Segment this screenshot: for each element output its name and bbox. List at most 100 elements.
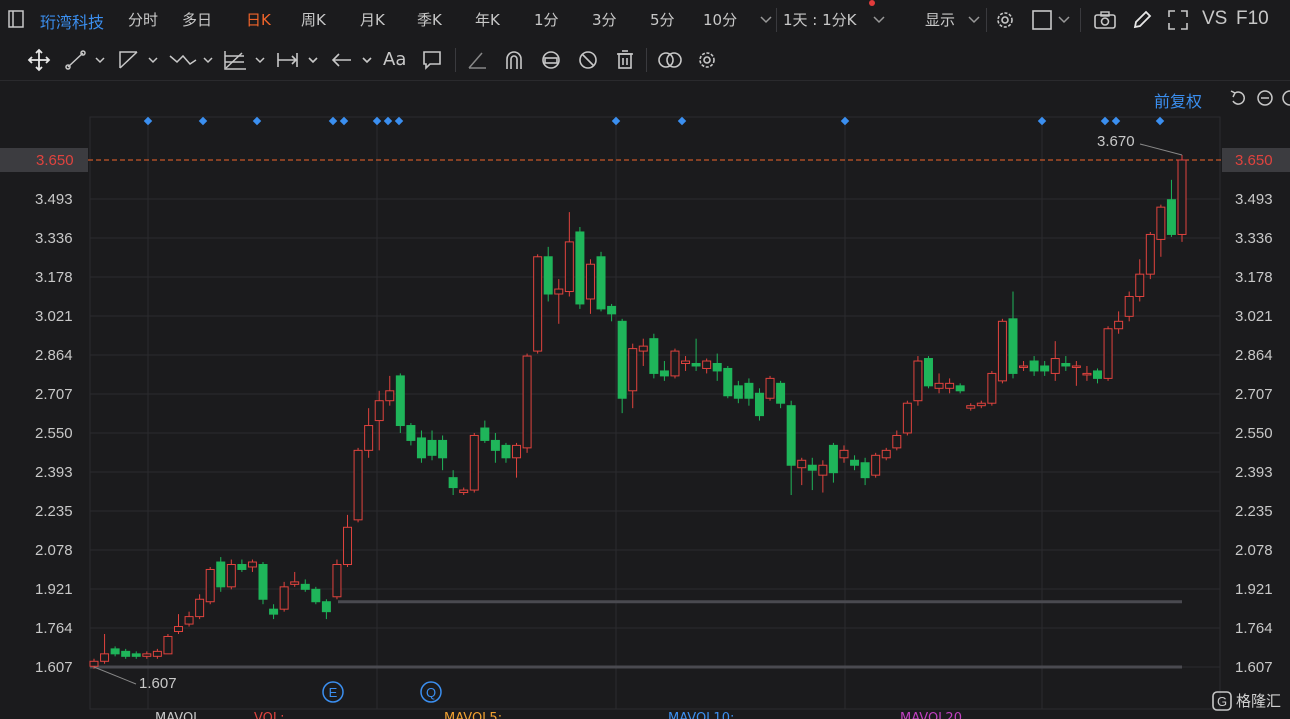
y-tick-right: 2.235 <box>1235 503 1273 520</box>
tab-0[interactable]: 分时 <box>128 9 158 30</box>
candle-body <box>1103 328 1113 379</box>
candle-body <box>617 320 627 399</box>
layout-square-icon[interactable] <box>1030 8 1054 32</box>
tab-2[interactable]: 日K <box>246 9 271 30</box>
display-menu[interactable]: 显示 <box>925 9 955 30</box>
display-chevron-icon[interactable] <box>966 10 982 30</box>
candle-body <box>438 439 448 459</box>
candle-body <box>247 561 257 568</box>
candlestick-chart[interactable]: 3.493 3.336 3.178 3.021 2.864 2.707 2.550 2.393… <box>0 80 1290 719</box>
delete-trash-icon[interactable] <box>613 48 637 72</box>
channel-tool-icon[interactable] <box>117 48 159 72</box>
candle <box>786 400 796 496</box>
indicator-mavol20: MAVOL20 <box>900 711 962 719</box>
fibonacci-tool-icon[interactable] <box>222 48 268 72</box>
candle-body <box>480 427 490 441</box>
candle-body <box>871 454 881 476</box>
fullscreen-icon[interactable] <box>1166 8 1190 32</box>
hide-drawings-icon[interactable] <box>576 48 600 72</box>
text-tool-button[interactable]: Aa <box>383 49 406 70</box>
candle <box>163 633 173 655</box>
wave-tool-icon[interactable] <box>168 48 214 72</box>
candle-body <box>797 459 807 469</box>
candle-body <box>596 256 606 310</box>
adjust-mode-button[interactable]: 前复权 <box>1154 88 1202 112</box>
tab-5[interactable]: 季K <box>417 9 442 30</box>
y-tick-right: 1.921 <box>1235 581 1273 598</box>
period-chevron-icon[interactable] <box>871 10 887 30</box>
candle <box>131 651 141 659</box>
vs-compare-button[interactable]: VS <box>1202 8 1227 30</box>
candle-body <box>184 616 194 625</box>
candle <box>839 445 849 463</box>
candle <box>279 581 289 612</box>
tab-3[interactable]: 周K <box>301 9 326 30</box>
candle <box>459 487 469 496</box>
zoom-in-icon[interactable] <box>1278 88 1290 108</box>
settings-gear-icon[interactable] <box>993 8 1017 32</box>
comment-icon[interactable] <box>420 48 444 72</box>
tab-1[interactable]: 多日 <box>182 9 212 30</box>
candle <box>649 333 659 379</box>
y-tick-right: 2.550 <box>1235 425 1273 442</box>
undo-icon[interactable] <box>1228 88 1248 108</box>
arrow-tool-icon[interactable] <box>329 48 375 72</box>
candle <box>955 383 965 394</box>
move-crosshair-icon[interactable] <box>26 48 52 72</box>
period-selector[interactable]: 1天 : 1分K <box>783 9 857 30</box>
line-tool-icon[interactable] <box>64 48 106 72</box>
overlay-circles-icon[interactable] <box>656 48 684 72</box>
divider <box>1080 8 1081 32</box>
high-annotation: 3.670 <box>1097 133 1135 150</box>
magnet-icon[interactable] <box>502 48 526 72</box>
tab-10[interactable]: 10分 <box>703 9 737 30</box>
drawing-toolbar: Aa <box>0 40 1290 81</box>
y-tick-right: 2.078 <box>1235 542 1273 559</box>
candle <box>860 457 870 486</box>
annotations: 3.670 1.607 E Q <box>93 133 1183 703</box>
stock-name[interactable]: 珩湾科技 <box>40 9 104 33</box>
y-axis-right: 3.493 3.336 3.178 3.021 2.864 2.707 2.550 2.393… <box>1235 191 1273 676</box>
candle-body <box>670 350 680 377</box>
candle <box>723 365 733 399</box>
tab-6[interactable]: 年K <box>475 9 500 30</box>
candle <box>776 380 786 409</box>
candle-body <box>807 464 817 471</box>
candle <box>923 356 933 389</box>
pencil-icon[interactable] <box>1130 8 1154 32</box>
candle <box>744 378 754 406</box>
sidebar-toggle-icon[interactable] <box>6 9 26 29</box>
zoom-out-icon[interactable] <box>1255 88 1275 108</box>
tab-4[interactable]: 月K <box>360 9 385 30</box>
more-periods-chevron-icon[interactable] <box>758 10 774 30</box>
candle <box>564 212 574 297</box>
tab-8[interactable]: 3分 <box>592 9 617 30</box>
y-tick-right: 3.178 <box>1235 269 1273 286</box>
candle <box>290 571 300 587</box>
lock-drawing-icon[interactable] <box>538 48 564 72</box>
candle-body <box>321 601 331 613</box>
candle-body <box>290 581 300 585</box>
candle <box>321 599 331 620</box>
candle <box>237 559 247 572</box>
candle-body <box>110 648 120 655</box>
candle-body <box>258 564 268 600</box>
candle-body <box>406 425 416 441</box>
layout-chevron-icon[interactable] <box>1056 10 1072 30</box>
eraser-ruler-icon[interactable] <box>465 48 489 72</box>
event-diamond <box>677 116 687 126</box>
candle <box>533 254 543 354</box>
y-tick-left: 2.078 <box>35 542 73 559</box>
candle-body <box>1019 365 1029 368</box>
camera-icon[interactable] <box>1092 8 1118 32</box>
candle-body <box>142 653 152 657</box>
f10-button[interactable]: F10 <box>1236 8 1269 30</box>
drawing-settings-gear-icon[interactable] <box>695 48 719 72</box>
tab-7[interactable]: 1分 <box>534 9 559 30</box>
range-measure-icon[interactable] <box>275 48 321 72</box>
candle <box>902 400 912 436</box>
plot-frame <box>89 116 1221 710</box>
tab-9[interactable]: 5分 <box>650 9 675 30</box>
candle-body <box>712 362 722 372</box>
candle <box>1061 356 1071 371</box>
